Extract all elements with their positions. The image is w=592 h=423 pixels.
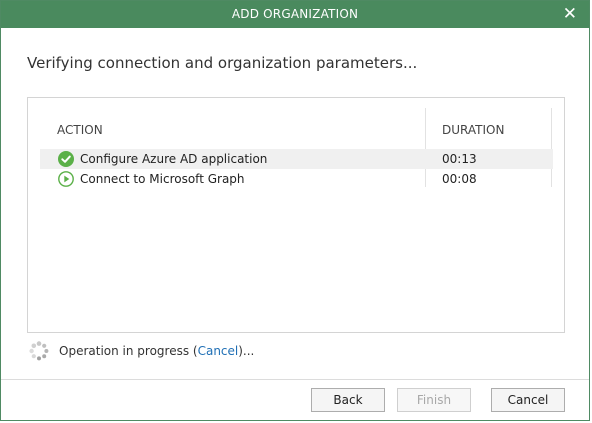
action-label: Configure Azure AD application [80, 152, 268, 166]
status-text: Operation in progress (Cancel)... [59, 344, 254, 358]
duration-value: 00:08 [442, 172, 477, 186]
dialog-title: ADD ORGANIZATION [231, 7, 359, 21]
status-suffix: )... [238, 344, 255, 358]
table-row[interactable]: Configure Azure AD application 00:13 [40, 149, 553, 169]
page-heading: Verifying connection and organization pa… [27, 54, 418, 72]
duration-value: 00:13 [442, 152, 477, 166]
running-play-icon [58, 171, 74, 187]
add-organization-dialog: ADD ORGANIZATION ✕ Verifying connection … [0, 0, 590, 421]
close-icon[interactable]: ✕ [563, 1, 577, 28]
title-bar: ADD ORGANIZATION ✕ [1, 1, 589, 28]
column-header-duration: DURATION [442, 123, 505, 137]
status-prefix: Operation in progress ( [59, 344, 198, 358]
footer-divider [1, 379, 589, 380]
success-check-icon [58, 151, 74, 167]
finish-button[interactable]: Finish [397, 388, 471, 412]
back-button[interactable]: Back [311, 388, 385, 412]
actions-table: ACTION DURATION Configure Azure AD appli… [27, 97, 565, 333]
column-header-action: ACTION [57, 123, 103, 137]
table-row[interactable]: Connect to Microsoft Graph 00:08 [40, 169, 553, 189]
spinner-icon [29, 341, 49, 361]
action-label: Connect to Microsoft Graph [80, 172, 245, 186]
cancel-button[interactable]: Cancel [491, 388, 565, 412]
cancel-operation-link[interactable]: Cancel [198, 344, 239, 358]
